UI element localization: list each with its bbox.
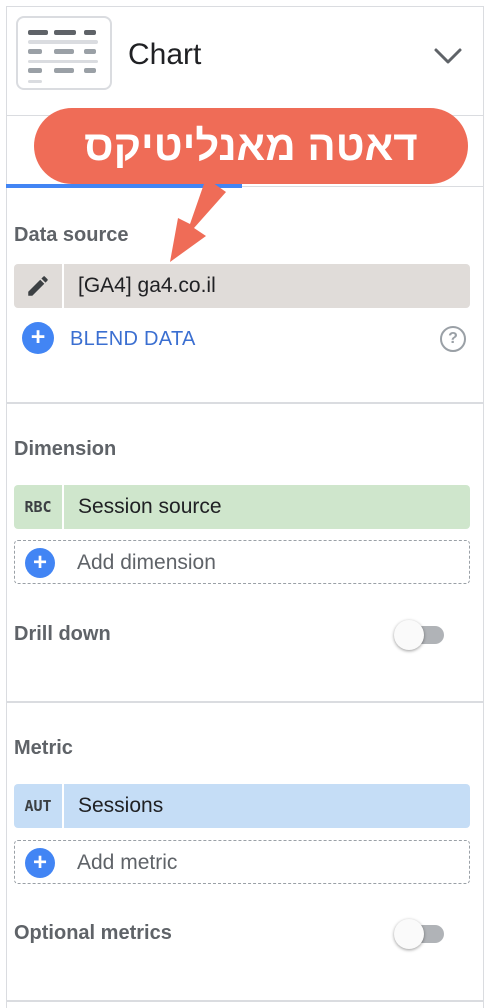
optional-metrics-toggle[interactable] [394, 918, 446, 949]
data-source-field[interactable]: [GA4] ga4.co.il [14, 264, 470, 308]
annotation-arrow-icon [170, 178, 226, 262]
dimension-name: Session source [78, 495, 222, 518]
section-divider [6, 1000, 484, 1002]
aggregation-type-icon: AUT [14, 784, 64, 828]
metric-chip[interactable]: AUT Sessions [14, 784, 470, 828]
section-divider [6, 701, 484, 703]
pencil-icon[interactable] [14, 264, 64, 308]
optional-metrics-label: Optional metrics [14, 922, 172, 944]
help-icon[interactable]: ? [440, 326, 466, 352]
data-source-name: [GA4] ga4.co.il [78, 274, 216, 297]
add-dimension-button[interactable]: + Add dimension [14, 540, 470, 584]
add-icon: + [25, 548, 55, 578]
metric-name: Sessions [78, 794, 164, 817]
section-divider [6, 402, 484, 404]
blend-data-button[interactable]: BLEND DATA [70, 328, 196, 351]
add-metric-button[interactable]: + Add metric [14, 840, 470, 884]
drill-down-toggle[interactable] [394, 619, 446, 650]
metric-label: Metric [14, 737, 73, 759]
dimension-label: Dimension [14, 438, 117, 460]
dimension-chip[interactable]: RBC Session source [14, 485, 470, 529]
data-source-label: Data source [14, 224, 129, 246]
drill-down-label: Drill down [14, 623, 111, 645]
add-icon: + [25, 848, 55, 878]
add-icon[interactable]: + [22, 322, 54, 354]
text-type-icon: RBC [14, 485, 64, 529]
